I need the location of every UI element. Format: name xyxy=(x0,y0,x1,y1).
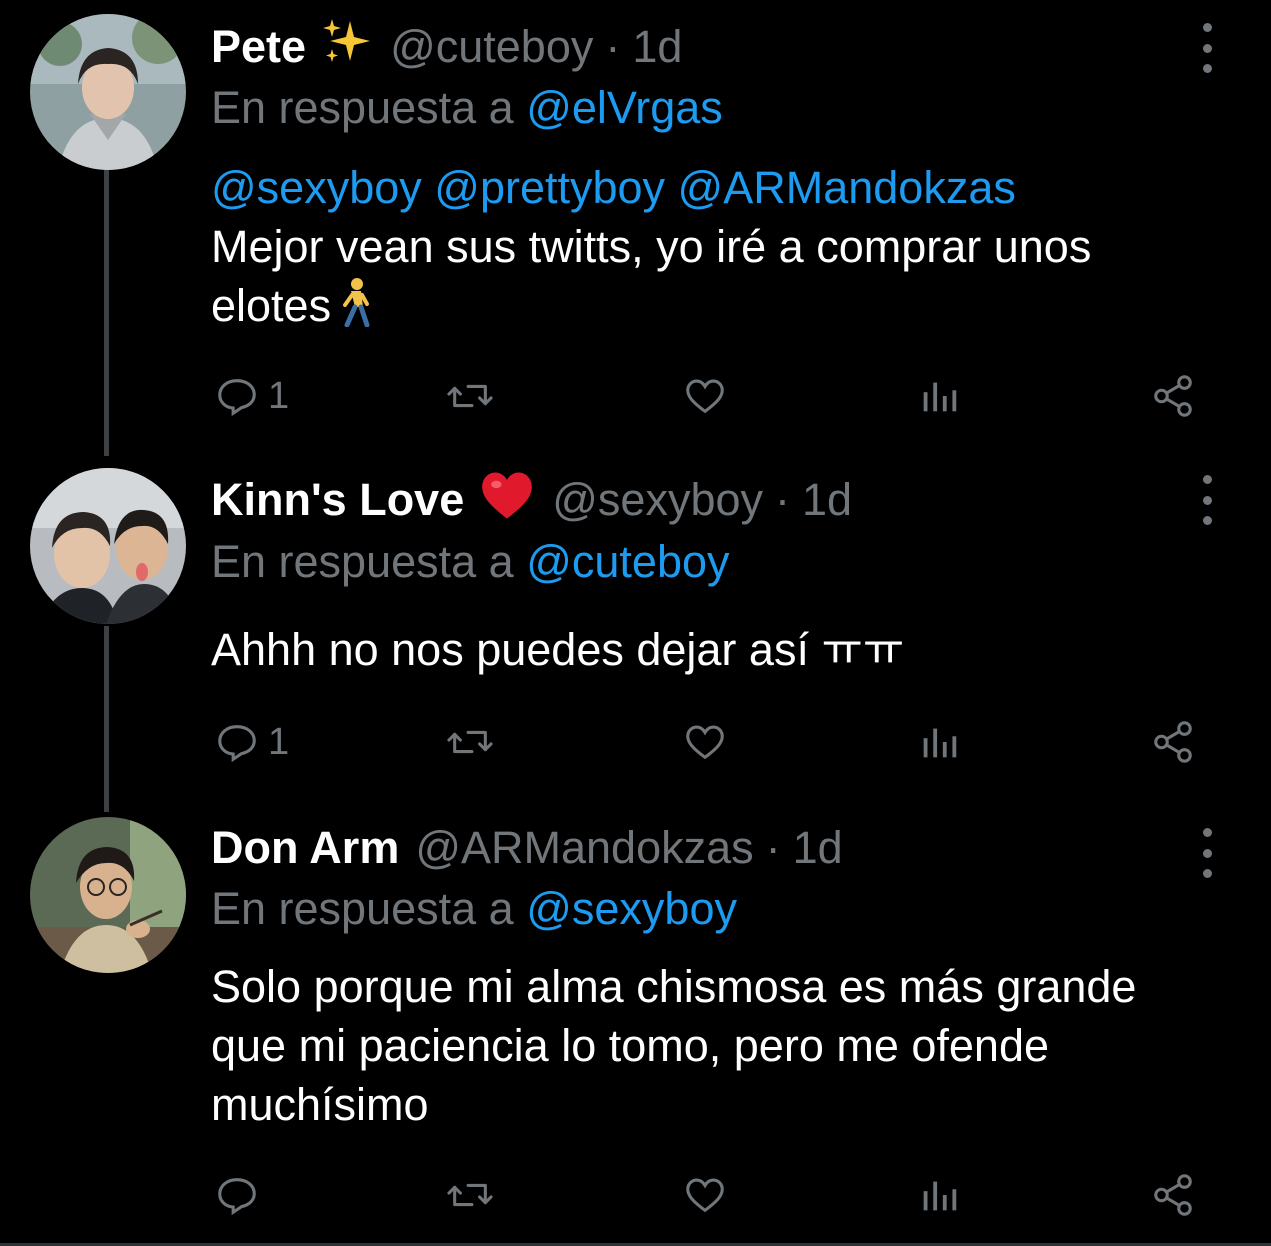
heart-icon xyxy=(686,725,724,760)
retweet-icon xyxy=(447,730,493,754)
display-name[interactable]: Pete xyxy=(211,21,306,73)
tweet-header: Pete @cuteboy · 1d xyxy=(211,17,682,77)
reply-button[interactable]: 1 xyxy=(214,712,289,772)
timestamp[interactable]: 1d xyxy=(802,474,852,526)
tweet-actions xyxy=(0,1165,1271,1225)
reply-count: 1 xyxy=(268,374,290,417)
sparkles-icon xyxy=(320,17,374,78)
tweet-text: Ahhh no nos puedes dejar así ㅠㅠ xyxy=(211,620,1221,679)
reply-prefix: En respuesta a xyxy=(211,82,514,133)
tweet-body: Ahhh no nos puedes dejar así ㅠㅠ xyxy=(211,624,905,675)
red-heart-icon xyxy=(478,469,536,532)
retweet-button[interactable] xyxy=(444,1165,496,1225)
share-button[interactable] xyxy=(1150,366,1196,426)
more-options-icon[interactable] xyxy=(1192,475,1222,525)
speech-bubble-icon xyxy=(218,379,256,417)
speech-bubble-icon xyxy=(218,1178,256,1216)
avatar[interactable] xyxy=(30,14,186,170)
retweet-icon xyxy=(447,1183,493,1207)
tweet-actions: 1 xyxy=(0,366,1271,426)
tweet-text: @sexyboy @prettyboy @ARMandokzas Mejor v… xyxy=(211,158,1221,341)
share-icon xyxy=(1154,375,1192,417)
tweet-header: Don Arm @ARMandokzas · 1d xyxy=(211,818,843,878)
heart-icon xyxy=(686,379,724,414)
reply-button[interactable] xyxy=(214,1165,268,1225)
avatar[interactable] xyxy=(30,468,186,624)
bar-chart-icon xyxy=(923,728,957,758)
retweet-icon xyxy=(447,384,493,408)
retweet-button[interactable] xyxy=(444,712,496,772)
avatar[interactable] xyxy=(30,817,186,973)
handle[interactable]: @sexyboy xyxy=(552,474,763,526)
share-button[interactable] xyxy=(1150,712,1196,772)
tweet[interactable]: Don Arm @ARMandokzas · 1d En respuesta a… xyxy=(0,812,1271,1243)
separator: · xyxy=(605,21,621,72)
bar-chart-icon xyxy=(923,1181,957,1211)
tweet-body: Solo porque mi alma chismosa es más gran… xyxy=(211,961,1137,1130)
like-button[interactable] xyxy=(682,366,728,426)
reply-prefix: En respuesta a xyxy=(211,536,514,587)
reply-context: En respuesta a @sexyboy xyxy=(211,879,737,939)
share-icon xyxy=(1154,1174,1192,1216)
reply-to-link[interactable]: @cuteboy xyxy=(526,536,729,587)
like-button[interactable] xyxy=(682,1165,728,1225)
timestamp[interactable]: 1d xyxy=(632,21,682,73)
display-name[interactable]: Don Arm xyxy=(211,822,399,874)
tweet-text: Solo porque mi alma chismosa es más gran… xyxy=(211,957,1171,1134)
more-options-icon[interactable] xyxy=(1192,23,1222,73)
handle[interactable]: @ARMandokzas xyxy=(415,822,753,874)
bar-chart-icon xyxy=(923,382,957,412)
views-button[interactable] xyxy=(916,712,962,772)
reply-count: 1 xyxy=(268,720,290,763)
heart-icon xyxy=(686,1178,724,1213)
mentions[interactable]: @sexyboy @prettyboy @ARMandokzas xyxy=(211,158,1221,217)
tweet[interactable]: Pete @cuteboy · 1d En respuesta a @elVrg… xyxy=(0,0,1271,460)
share-icon xyxy=(1154,721,1192,763)
retweet-button[interactable] xyxy=(444,366,496,426)
reply-to-link[interactable]: @elVrgas xyxy=(526,82,723,133)
display-name[interactable]: Kinn's Love xyxy=(211,474,464,526)
views-button[interactable] xyxy=(916,366,962,426)
like-button[interactable] xyxy=(682,712,728,772)
tweet-header: Kinn's Love @sexyboy · 1d xyxy=(211,470,852,530)
timestamp[interactable]: 1d xyxy=(793,822,843,874)
tweet[interactable]: Kinn's Love @sexyboy · 1d En respuesta a… xyxy=(0,460,1271,812)
handle[interactable]: @cuteboy xyxy=(390,21,593,73)
reply-context: En respuesta a @cuteboy xyxy=(211,532,730,592)
reply-prefix: En respuesta a xyxy=(211,883,514,934)
separator: · xyxy=(765,822,781,873)
person-walking-icon xyxy=(335,277,375,341)
reply-to-link[interactable]: @sexyboy xyxy=(526,883,737,934)
reply-context: En respuesta a @elVrgas xyxy=(211,78,723,138)
separator: · xyxy=(775,474,791,525)
speech-bubble-icon xyxy=(218,725,256,763)
share-button[interactable] xyxy=(1150,1165,1196,1225)
reply-button[interactable]: 1 xyxy=(214,366,289,426)
views-button[interactable] xyxy=(916,1165,962,1225)
tweet-actions: 1 xyxy=(0,712,1271,772)
more-options-icon[interactable] xyxy=(1192,828,1222,878)
